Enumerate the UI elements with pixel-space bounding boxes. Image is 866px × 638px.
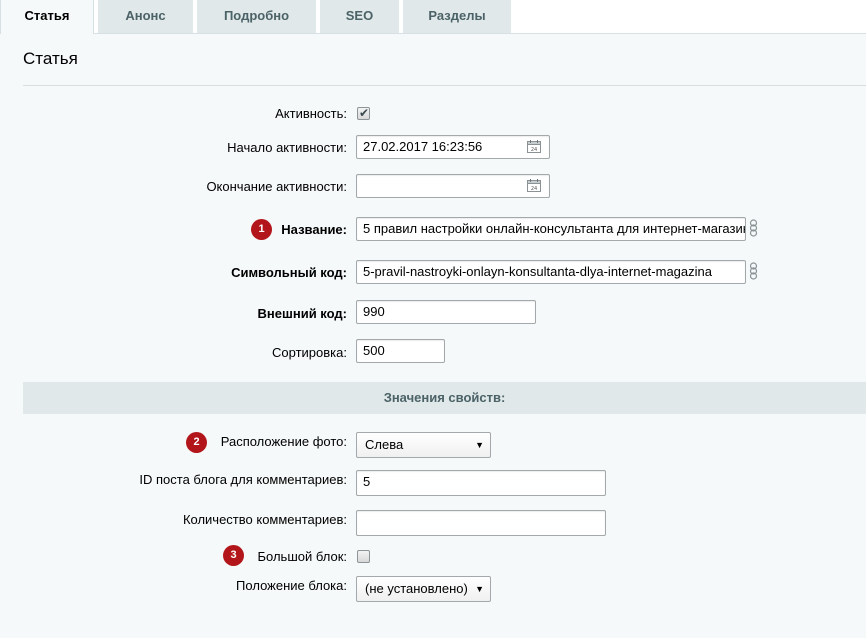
chevron-down-icon: ▼	[475, 440, 484, 450]
page-title: Статья	[23, 49, 78, 68]
sort-label: Сортировка:	[272, 345, 347, 360]
tab-detail[interactable]: Подробно	[197, 0, 316, 33]
check-icon: ✔	[359, 106, 370, 120]
block-position-label: Положение блока:	[236, 578, 347, 593]
tab-preview[interactable]: Анонс	[98, 0, 193, 33]
svg-text:24: 24	[531, 147, 537, 153]
block-position-select[interactable]: (не установлено) ▼	[356, 576, 491, 602]
blog-post-id-input[interactable]: 5	[356, 470, 606, 496]
photo-position-value: Слева	[365, 437, 404, 452]
active-to-label: Окончание активности:	[206, 179, 347, 194]
xml-id-label: Внешний код:	[257, 306, 347, 321]
calendar-icon[interactable]: 24	[527, 179, 541, 192]
active-from-input[interactable]: 27.02.2017 16:23:56 24	[356, 135, 550, 159]
big-block-label: Большой блок:	[257, 549, 348, 564]
blog-post-id-label: ID поста блога для комментариев:	[139, 472, 347, 487]
comments-count-input[interactable]	[356, 510, 606, 536]
photo-position-label: Расположение фото:	[220, 434, 347, 449]
calendar-icon[interactable]: 24	[527, 140, 541, 153]
comments-count-label: Количество комментариев:	[182, 512, 347, 527]
name-label: Название:	[281, 222, 347, 237]
properties-section-header: Значения свойств:	[23, 382, 866, 414]
chevron-down-icon: ▼	[475, 584, 484, 594]
active-from-label: Начало активности:	[227, 140, 347, 155]
code-input[interactable]: 5-pravil-nastroyki-onlayn-konsultanta-dl…	[356, 260, 746, 284]
tab-bar: Статья Анонс Подробно SEO Разделы	[0, 0, 866, 34]
active-checkbox[interactable]: ✔	[357, 106, 370, 120]
translit-icon[interactable]	[749, 262, 758, 280]
sort-input[interactable]: 500	[356, 339, 445, 363]
active-from-value: 27.02.2017 16:23:56	[363, 139, 483, 154]
article-form-panel: Статья Активность: ✔ Начало активности: …	[0, 33, 866, 638]
annotation-badge-2: 2	[186, 432, 207, 453]
active-to-input[interactable]: 24	[356, 174, 550, 198]
annotation-badge-1: 1	[251, 219, 272, 240]
translit-icon[interactable]	[749, 219, 758, 237]
tab-sections[interactable]: Разделы	[403, 0, 511, 33]
code-label: Символьный код:	[231, 265, 347, 280]
svg-text:24: 24	[531, 186, 537, 192]
xml-id-input[interactable]: 990	[356, 300, 536, 324]
name-input[interactable]: 5 правил настройки онлайн-консультанта д…	[356, 217, 746, 241]
photo-position-select[interactable]: Слева ▼	[356, 432, 491, 458]
divider	[23, 85, 866, 86]
tab-seo[interactable]: SEO	[320, 0, 399, 33]
active-label: Активность:	[275, 106, 347, 121]
tab-article[interactable]: Статья	[0, 0, 94, 34]
big-block-checkbox[interactable]	[357, 550, 370, 563]
annotation-badge-3: 3	[223, 545, 244, 566]
block-position-value: (не установлено)	[365, 581, 468, 596]
